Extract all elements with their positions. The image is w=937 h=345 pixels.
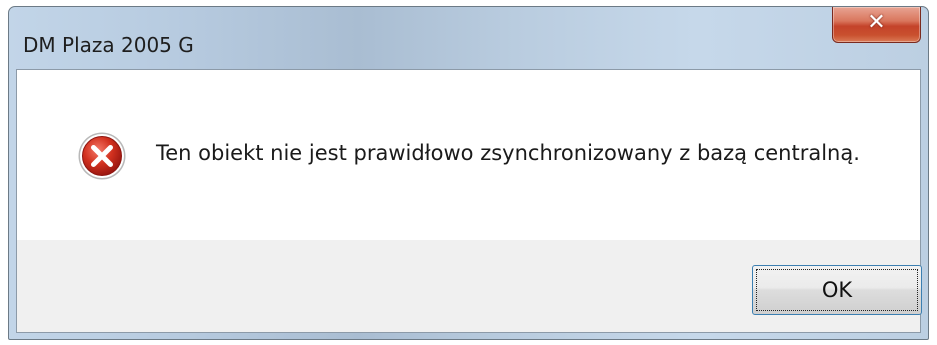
window-title: DM Plaza 2005 G — [23, 33, 194, 57]
error-message: Ten obiekt nie jest prawidłowo zsynchron… — [156, 141, 860, 165]
close-icon: ✕ — [867, 10, 886, 35]
title-bar[interactable]: DM Plaza 2005 G ✕ — [9, 7, 928, 69]
message-area: Ten obiekt nie jest prawidłowo zsynchron… — [17, 70, 920, 240]
ok-button[interactable]: OK — [752, 265, 922, 315]
close-button[interactable]: ✕ — [832, 7, 921, 43]
dialog-window: DM Plaza 2005 G ✕ Ten obiekt nie jest pr… — [8, 6, 929, 340]
dialog-client-area: Ten obiekt nie jest prawidłowo zsynchron… — [16, 69, 922, 333]
button-bar: OK — [17, 240, 922, 332]
ok-button-label: OK — [821, 278, 853, 302]
error-icon — [78, 132, 126, 180]
